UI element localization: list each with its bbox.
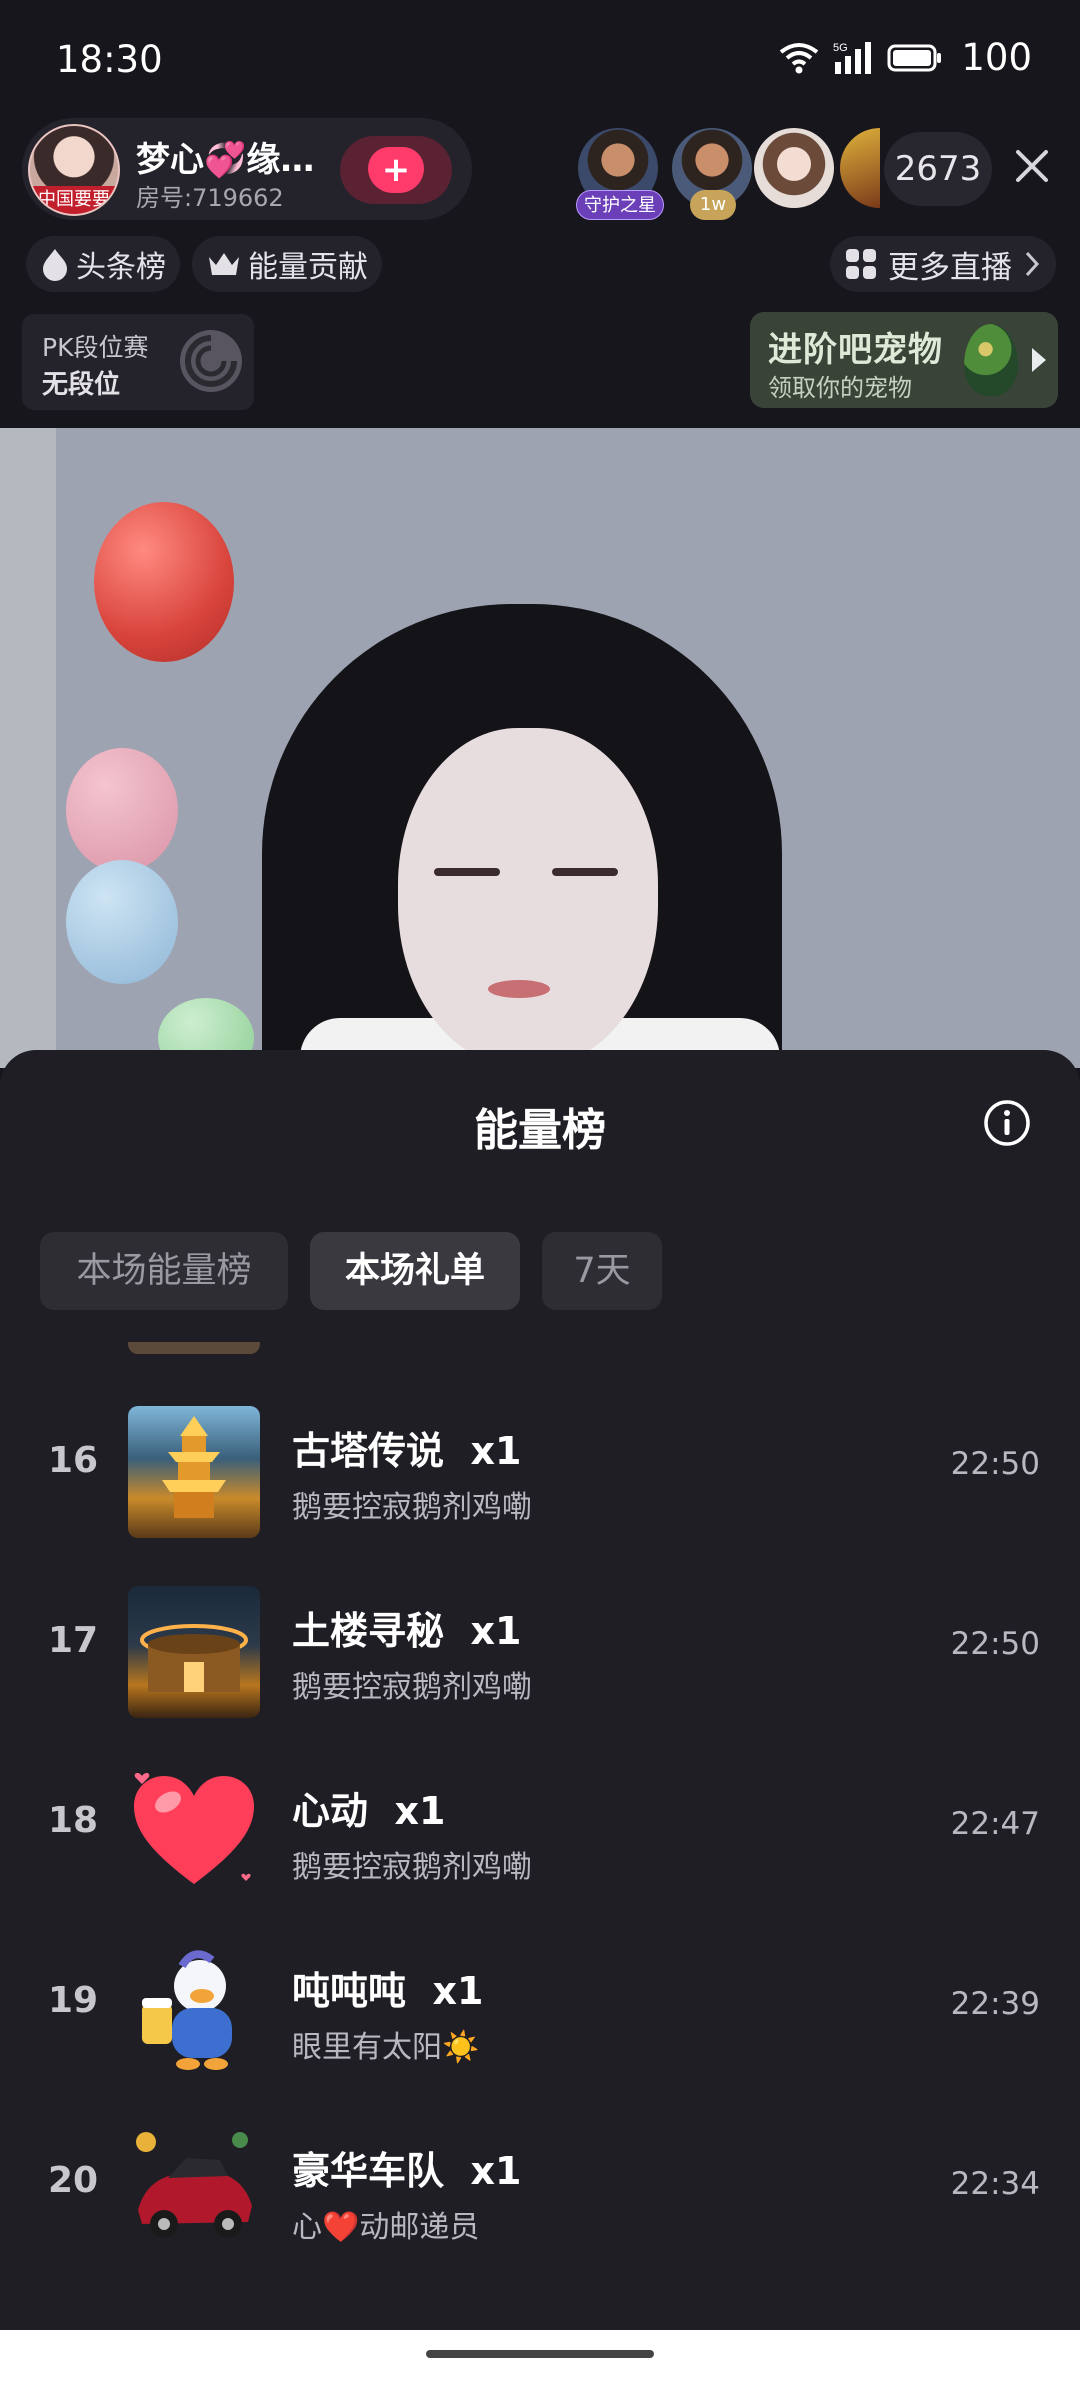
energy-contrib-label: 能量贡献 [248, 250, 368, 285]
more-live-label: 更多直播 [888, 249, 1012, 286]
red-balloon [94, 502, 234, 662]
gift-title: 土楼寻秘 [292, 1609, 445, 1653]
gift-list-row[interactable]: 16 古塔传说 x1 鹅要控寂鹅剂鸡嘞 22:50 [0, 1382, 1080, 1562]
home-indicator[interactable] [426, 2350, 654, 2358]
car-icon [128, 2126, 260, 2258]
gift-name: 土楼寻秘 x1 [292, 1600, 521, 1655]
gift-count: x1 [470, 2149, 522, 2193]
host-name: 梦心💞缘… [136, 140, 315, 180]
viewer-count[interactable]: 2673 [884, 132, 992, 206]
follow-button[interactable]: + [340, 136, 452, 204]
gift-count: x1 [470, 1609, 522, 1653]
host-avatar-tag: 中国要要 [30, 186, 118, 214]
host-avatar[interactable]: 中国要要 [28, 124, 120, 216]
battery-level: 100 [961, 36, 1032, 79]
gift-title: 古塔传说 [292, 1429, 445, 1473]
viewer-avatar[interactable] [754, 128, 834, 208]
network-label: 5G [833, 42, 848, 54]
tab-session-energy[interactable]: 本场能量榜 [40, 1232, 288, 1310]
row-rank: 20 [48, 2160, 99, 2201]
gift-time: 22:39 [950, 1986, 1040, 2022]
cellular-signal-icon: 5G [833, 41, 872, 74]
streamer-eye [434, 868, 500, 876]
room-number: 房号:719662 [136, 184, 284, 212]
pk-rank: 无段位 [42, 370, 121, 400]
battery-icon [887, 44, 942, 71]
row-rank: 17 [48, 1620, 99, 1661]
pet-banner-title: 进阶吧宠物 [768, 330, 943, 370]
headline-rank-chip[interactable]: 头条榜 [26, 236, 180, 292]
pk-rank-card[interactable]: PK段位赛 无段位 [22, 314, 254, 410]
gift-count: x1 [432, 1969, 484, 2013]
streamer-eye [552, 868, 618, 876]
chevron-right-icon [1025, 251, 1040, 277]
gift-title: 心动 [292, 1789, 369, 1833]
viewer-avatar[interactable] [840, 128, 880, 208]
gift-time: 22:34 [950, 2166, 1040, 2202]
energy-contrib-chip[interactable]: 能量贡献 [192, 236, 382, 292]
gift-list-row[interactable]: 20 豪华车队 x1 心❤️动邮递员 22:34 [0, 2102, 1080, 2282]
row-rank: 16 [48, 1440, 99, 1481]
gift-time: 22:47 [950, 1806, 1040, 1842]
gift-name: 心动 x1 [292, 1780, 445, 1835]
gift-list-row[interactable]: 19 吨吨吨 x1 眼里有太阳☀️ 22:39 [0, 1922, 1080, 2102]
pk-badge-icon [180, 330, 242, 392]
streamer-lips [488, 980, 550, 998]
streamer-face [398, 728, 658, 1068]
sender-name[interactable]: 鹅要控寂鹅剂鸡嘞 [292, 1482, 532, 1526]
heart-icon [128, 1766, 260, 1898]
pagoda-icon [128, 1406, 260, 1538]
grid-icon [846, 249, 876, 279]
blue-balloon [66, 860, 178, 984]
guard-star-badge: 守护之星 [576, 190, 664, 220]
live-video[interactable] [0, 428, 1080, 1068]
info-icon[interactable] [982, 1098, 1032, 1148]
sender-name[interactable]: 心❤️动邮递员 [292, 2202, 479, 2246]
headline-rank-label: 头条榜 [76, 250, 166, 285]
gift-title: 吨吨吨 [292, 1969, 407, 2013]
gift-name: 豪华车队 x1 [292, 2140, 521, 2195]
gift-name: 吨吨吨 x1 [292, 1960, 483, 2015]
gift-time: 22:50 [950, 1446, 1040, 1482]
partial-gift-image [128, 1342, 260, 1354]
system-nav-bar [0, 2330, 1080, 2400]
close-icon[interactable] [1010, 144, 1054, 188]
pet-banner-subtitle: 领取你的宠物 [768, 374, 912, 402]
more-live-button[interactable]: 更多直播 [830, 236, 1056, 292]
gift-list-row[interactable]: 18 心动 x1 鹅要控寂鹅剂鸡嘞 22:47 [0, 1742, 1080, 1922]
video-wall [0, 428, 56, 1068]
pet-promo-banner[interactable]: 进阶吧宠物 领取你的宠物 [750, 312, 1058, 408]
crown-icon [209, 253, 239, 275]
wifi-icon [780, 42, 819, 73]
status-time: 18:30 [56, 38, 163, 81]
status-icons: 5G 100 [779, 36, 1032, 79]
pink-balloon [66, 748, 178, 872]
tab-7-days[interactable]: 7天 [542, 1232, 662, 1310]
gift-list-row[interactable]: 17 土楼寻秘 x1 鹅要控寂鹅剂鸡嘞 22:50 [0, 1562, 1080, 1742]
gift-time: 22:50 [950, 1626, 1040, 1662]
pet-egg-icon [964, 324, 1018, 396]
sheet-title: 能量榜 [474, 1105, 606, 1156]
level-badge: 1w [690, 190, 736, 220]
gift-count: x1 [394, 1789, 446, 1833]
row-rank: 18 [48, 1800, 99, 1841]
sender-name[interactable]: 眼里有太阳☀️ [292, 2022, 479, 2066]
flame-icon [43, 249, 67, 281]
row-rank: 19 [48, 1980, 99, 2021]
status-bar: 18:30 5G 100 [0, 0, 1080, 120]
gift-name: 古塔传说 x1 [292, 1420, 521, 1475]
play-arrow-icon [1032, 348, 1046, 372]
sender-name[interactable]: 鹅要控寂鹅剂鸡嘞 [292, 1842, 532, 1886]
tab-session-gifts[interactable]: 本场礼单 [310, 1232, 520, 1310]
follow-heart-icon: + [368, 147, 424, 193]
pk-title: PK段位赛 [42, 333, 149, 362]
gift-count: x1 [470, 1429, 522, 1473]
plus-icon: + [381, 150, 411, 190]
gift-title: 豪华车队 [292, 2149, 445, 2193]
tulou-icon [128, 1586, 260, 1718]
duck-icon [128, 1946, 260, 2078]
sender-name[interactable]: 鹅要控寂鹅剂鸡嘞 [292, 1662, 532, 1706]
